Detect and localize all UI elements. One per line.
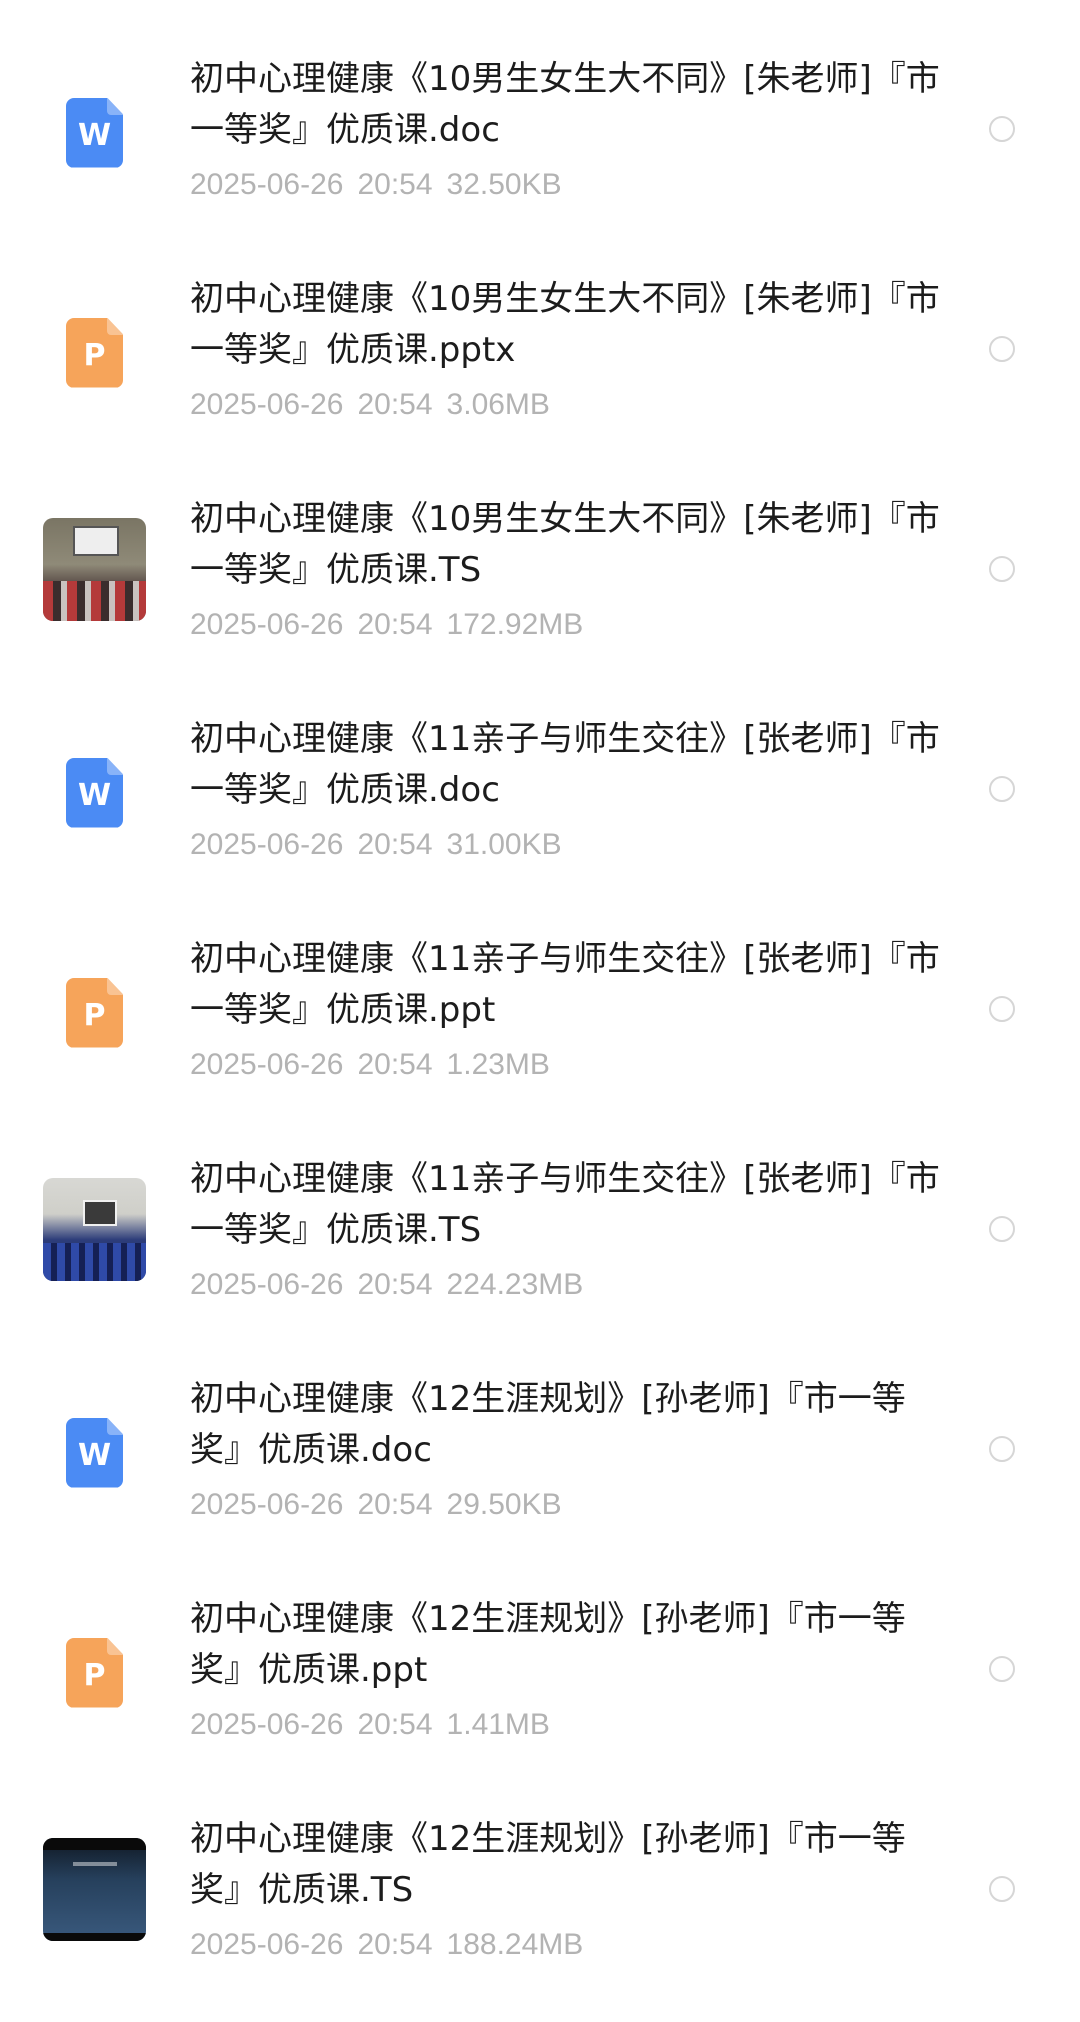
- file-size: 3.06MB: [446, 388, 550, 421]
- file-thumbnail: W: [43, 741, 146, 844]
- file-date: 2025-06-26: [190, 1708, 344, 1741]
- file-size: 188.24MB: [446, 1928, 584, 1961]
- file-thumbnail: [43, 1178, 146, 1281]
- select-checkbox[interactable]: [989, 1656, 1015, 1682]
- file-thumbnail: [43, 518, 146, 621]
- file-meta: 2025-06-26 20:54 31.00KB: [190, 827, 562, 863]
- ppt-file-icon: P: [66, 977, 123, 1048]
- file-date: 2025-06-26: [190, 1268, 344, 1301]
- file-size: 29.50KB: [446, 1488, 562, 1521]
- file-time: 20:54: [357, 1708, 433, 1741]
- file-size: 1.23MB: [446, 1048, 550, 1081]
- file-date: 2025-06-26: [190, 1928, 344, 1961]
- file-thumbnail: W: [43, 1401, 146, 1504]
- file-name: 初中心理健康《12生涯规划》[孙老师]『市一等奖』优质课.doc: [190, 1379, 906, 1470]
- file-date: 2025-06-26: [190, 608, 344, 641]
- file-size: 31.00KB: [446, 828, 562, 861]
- word-file-icon: W: [66, 1417, 123, 1488]
- file-name: 初中心理健康《12生涯规划》[孙老师]『市一等奖』优质课.ppt: [190, 1599, 906, 1690]
- file-date: 2025-06-26: [190, 388, 344, 421]
- ppt-file-icon: P: [66, 1637, 123, 1708]
- file-time: 20:54: [357, 1928, 433, 1961]
- file-row[interactable]: 初中心理健康《11亲子与师生交往》[张老师]『市一等奖』优质课.TS 2025-…: [0, 1140, 1080, 1360]
- file-thumbnail: P: [43, 301, 146, 404]
- file-time: 20:54: [357, 1048, 433, 1081]
- file-size: 224.23MB: [446, 1268, 584, 1301]
- file-row[interactable]: W 初中心理健康《11亲子与师生交往》[张老师]『市一等奖』优质课.doc 20…: [0, 700, 1080, 920]
- word-file-icon: W: [66, 757, 123, 828]
- select-checkbox[interactable]: [989, 116, 1015, 142]
- file-date: 2025-06-26: [190, 168, 344, 201]
- file-meta: 2025-06-26 20:54 188.24MB: [190, 1927, 583, 1963]
- file-name: 初中心理健康《10男生女生大不同》[朱老师]『市一等奖』优质课.doc: [190, 59, 940, 150]
- file-meta: 2025-06-26 20:54 3.06MB: [190, 387, 550, 423]
- file-date: 2025-06-26: [190, 828, 344, 861]
- select-checkbox[interactable]: [989, 776, 1015, 802]
- file-meta: 2025-06-26 20:54 29.50KB: [190, 1487, 562, 1523]
- select-checkbox[interactable]: [989, 1436, 1015, 1462]
- file-thumbnail: P: [43, 1621, 146, 1724]
- file-thumbnail: W: [43, 81, 146, 184]
- file-time: 20:54: [357, 168, 433, 201]
- file-time: 20:54: [357, 828, 433, 861]
- file-meta: 2025-06-26 20:54 1.41MB: [190, 1707, 550, 1743]
- file-row[interactable]: 初中心理健康《10男生女生大不同》[朱老师]『市一等奖』优质课.TS 2025-…: [0, 480, 1080, 700]
- file-row[interactable]: P 初中心理健康《11亲子与师生交往》[张老师]『市一等奖』优质课.ppt 20…: [0, 920, 1080, 1140]
- file-row[interactable]: W 初中心理健康《10男生女生大不同》[朱老师]『市一等奖』优质课.doc 20…: [0, 40, 1080, 260]
- file-thumbnail: [43, 1838, 146, 1941]
- file-time: 20:54: [357, 1488, 433, 1521]
- file-date: 2025-06-26: [190, 1488, 344, 1521]
- file-name: 初中心理健康《10男生女生大不同》[朱老师]『市一等奖』优质课.TS: [190, 499, 940, 590]
- file-size: 1.41MB: [446, 1708, 550, 1741]
- file-thumbnail: P: [43, 961, 146, 1064]
- file-name: 初中心理健康《10男生女生大不同》[朱老师]『市一等奖』优质课.pptx: [190, 279, 940, 370]
- file-meta: 2025-06-26 20:54 32.50KB: [190, 167, 562, 203]
- file-time: 20:54: [357, 608, 433, 641]
- file-meta: 2025-06-26 20:54 172.92MB: [190, 607, 583, 643]
- file-name: 初中心理健康《11亲子与师生交往》[张老师]『市一等奖』优质课.ppt: [190, 939, 940, 1030]
- select-checkbox[interactable]: [989, 1876, 1015, 1902]
- file-meta: 2025-06-26 20:54 1.23MB: [190, 1047, 550, 1083]
- video-thumbnail: [43, 1838, 146, 1941]
- file-row[interactable]: P 初中心理健康《12生涯规划》[孙老师]『市一等奖』优质课.ppt 2025-…: [0, 1580, 1080, 1800]
- file-date: 2025-06-26: [190, 1048, 344, 1081]
- file-size: 172.92MB: [446, 608, 584, 641]
- select-checkbox[interactable]: [989, 996, 1015, 1022]
- select-checkbox[interactable]: [989, 336, 1015, 362]
- select-checkbox[interactable]: [989, 1216, 1015, 1242]
- file-time: 20:54: [357, 388, 433, 421]
- file-meta: 2025-06-26 20:54 224.23MB: [190, 1267, 583, 1303]
- video-thumbnail: [43, 518, 146, 621]
- ppt-file-icon: P: [66, 317, 123, 388]
- file-name: 初中心理健康《11亲子与师生交往》[张老师]『市一等奖』优质课.doc: [190, 719, 940, 810]
- video-thumbnail: [43, 1178, 146, 1281]
- file-time: 20:54: [357, 1268, 433, 1301]
- file-row[interactable]: W 初中心理健康《12生涯规划》[孙老师]『市一等奖』优质课.doc 2025-…: [0, 1360, 1080, 1580]
- file-name: 初中心理健康《12生涯规划》[孙老师]『市一等奖』优质课.TS: [190, 1819, 906, 1910]
- file-name: 初中心理健康《11亲子与师生交往》[张老师]『市一等奖』优质课.TS: [190, 1159, 940, 1250]
- file-row[interactable]: 初中心理健康《12生涯规划》[孙老师]『市一等奖』优质课.TS 2025-06-…: [0, 1800, 1080, 2020]
- file-row[interactable]: P 初中心理健康《10男生女生大不同》[朱老师]『市一等奖』优质课.pptx 2…: [0, 260, 1080, 480]
- select-checkbox[interactable]: [989, 556, 1015, 582]
- word-file-icon: W: [66, 97, 123, 168]
- file-size: 32.50KB: [446, 168, 562, 201]
